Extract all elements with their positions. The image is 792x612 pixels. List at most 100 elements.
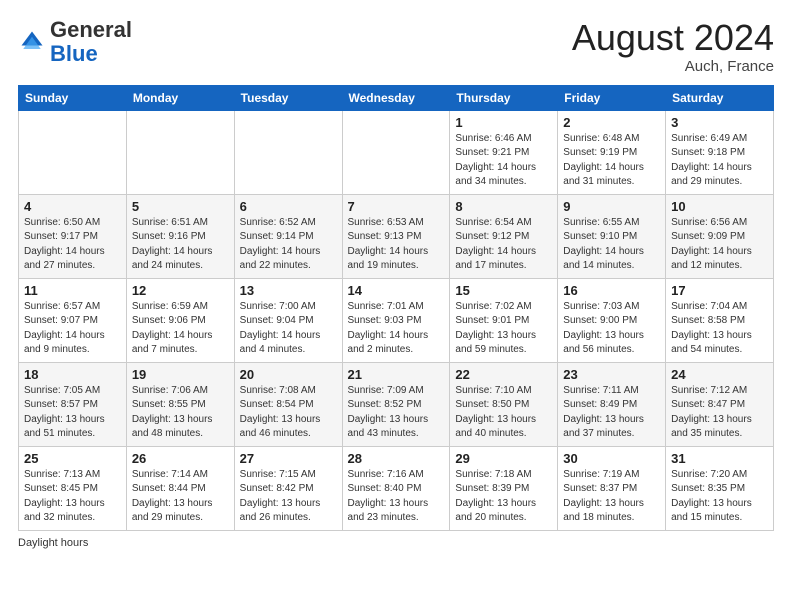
- day-cell: 19Sunrise: 7:06 AM Sunset: 8:55 PM Dayli…: [126, 362, 234, 446]
- day-cell: 22 Sunrise: 7:10 AM Sunset: 8:50 PM Dayli…: [450, 362, 558, 446]
- day-number: 22: [455, 367, 552, 382]
- day-info: Sunrise: 7:04 AM Sunset: 8:58 PM Dayligh…: [671, 300, 768, 358]
- day-cell: 25 Sunrise: 7:13 AM Sunset: 8:45 PM Dayli…: [19, 446, 127, 530]
- day-number: 1: [455, 115, 552, 130]
- day-number: 30: [563, 451, 660, 466]
- day-number: 31: [671, 451, 768, 466]
- day-cell: 20 Sunrise: 7:08 AM Sunset: 8:54 PM Dayli…: [234, 362, 342, 446]
- day-info: Sunrise: 6:54 AM Sunset: 9:12 PM Dayligh…: [455, 216, 552, 274]
- day-cell: 4Sunrise: 6:50 AM Sunset: 9:17 PM Daylig…: [19, 194, 127, 278]
- day-cell: 27 Sunrise: 7:15 AM Sunset: 8:42 PM Dayli…: [234, 446, 342, 530]
- day-info: Sunrise: 7:02 AM Sunset: 9:01 PM Dayligh…: [455, 300, 552, 358]
- logo-icon: [18, 28, 46, 56]
- day-number: 18: [24, 367, 121, 382]
- day-number: 27: [240, 451, 337, 466]
- week-row-1: 1 Sunrise: 6:46 AM Sunset: 9:21 PM Daylig…: [19, 110, 774, 194]
- day-info: Sunrise: 7:08 AM Sunset: 8:54 PM Dayligh…: [240, 384, 337, 442]
- day-number: 20: [240, 367, 337, 382]
- day-info: Sunrise: 7:11 AM Sunset: 8:49 PM Dayligh…: [563, 384, 660, 442]
- day-cell: 26 Sunrise: 7:14 AM Sunset: 8:44 PM Dayli…: [126, 446, 234, 530]
- day-cell: 2 Sunrise: 6:48 AM Sunset: 9:19 PM Daylig…: [558, 110, 666, 194]
- day-number: 29: [455, 451, 552, 466]
- day-info: Sunrise: 7:09 AM Sunset: 8:52 PM Dayligh…: [348, 384, 445, 442]
- day-cell: 6Sunrise: 6:52 AM Sunset: 9:14 PM Daylig…: [234, 194, 342, 278]
- day-info: Sunrise: 7:15 AM Sunset: 8:42 PM Dayligh…: [240, 468, 337, 526]
- day-number: 12: [132, 283, 229, 298]
- day-number: 24: [671, 367, 768, 382]
- day-cell: 23 Sunrise: 7:11 AM Sunset: 8:49 PM Dayli…: [558, 362, 666, 446]
- day-number: 25: [24, 451, 121, 466]
- month-year: August 2024: [572, 18, 774, 58]
- week-row-2: 4Sunrise: 6:50 AM Sunset: 9:17 PM Daylig…: [19, 194, 774, 278]
- week-row-5: 25 Sunrise: 7:13 AM Sunset: 8:45 PM Dayli…: [19, 446, 774, 530]
- day-number: 10: [671, 199, 768, 214]
- day-info: Sunrise: 7:16 AM Sunset: 8:40 PM Dayligh…: [348, 468, 445, 526]
- day-info: Sunrise: 6:49 AM Sunset: 9:18 PM Dayligh…: [671, 132, 768, 190]
- day-info: Sunrise: 7:20 AM Sunset: 8:35 PM Dayligh…: [671, 468, 768, 526]
- day-cell: 11 Sunrise: 6:57 AM Sunset: 9:07 PM Dayli…: [19, 278, 127, 362]
- day-number: 28: [348, 451, 445, 466]
- day-info: Sunrise: 6:55 AM Sunset: 9:10 PM Dayligh…: [563, 216, 660, 274]
- day-info: Sunrise: 7:00 AM Sunset: 9:04 PM Dayligh…: [240, 300, 337, 358]
- day-cell: 9 Sunrise: 6:55 AM Sunset: 9:10 PM Daylig…: [558, 194, 666, 278]
- day-cell: 17Sunrise: 7:04 AM Sunset: 8:58 PM Dayli…: [666, 278, 774, 362]
- day-number: 23: [563, 367, 660, 382]
- day-info: Sunrise: 6:53 AM Sunset: 9:13 PM Dayligh…: [348, 216, 445, 274]
- day-cell: 29 Sunrise: 7:18 AM Sunset: 8:39 PM Dayli…: [450, 446, 558, 530]
- day-number: 19: [132, 367, 229, 382]
- logo-general-text: General: [50, 17, 132, 42]
- day-info: Sunrise: 7:14 AM Sunset: 8:44 PM Dayligh…: [132, 468, 229, 526]
- day-info: Sunrise: 6:57 AM Sunset: 9:07 PM Dayligh…: [24, 300, 121, 358]
- weekday-sunday: Sunday: [19, 85, 127, 110]
- day-cell: [342, 110, 450, 194]
- day-number: 2: [563, 115, 660, 130]
- day-number: 13: [240, 283, 337, 298]
- day-cell: [19, 110, 127, 194]
- day-info: Sunrise: 6:52 AM Sunset: 9:14 PM Dayligh…: [240, 216, 337, 274]
- weekday-wednesday: Wednesday: [342, 85, 450, 110]
- day-cell: 5Sunrise: 6:51 AM Sunset: 9:16 PM Daylig…: [126, 194, 234, 278]
- day-number: 8: [455, 199, 552, 214]
- day-cell: 13 Sunrise: 7:00 AM Sunset: 9:04 PM Dayli…: [234, 278, 342, 362]
- day-number: 16: [563, 283, 660, 298]
- day-cell: 28 Sunrise: 7:16 AM Sunset: 8:40 PM Dayli…: [342, 446, 450, 530]
- weekday-thursday: Thursday: [450, 85, 558, 110]
- day-cell: 30 Sunrise: 7:19 AM Sunset: 8:37 PM Dayli…: [558, 446, 666, 530]
- day-info: Sunrise: 6:56 AM Sunset: 9:09 PM Dayligh…: [671, 216, 768, 274]
- day-cell: 8 Sunrise: 6:54 AM Sunset: 9:12 PM Daylig…: [450, 194, 558, 278]
- day-cell: 24Sunrise: 7:12 AM Sunset: 8:47 PM Dayli…: [666, 362, 774, 446]
- day-cell: 18 Sunrise: 7:05 AM Sunset: 8:57 PM Dayli…: [19, 362, 127, 446]
- calendar: SundayMondayTuesdayWednesdayThursdayFrid…: [18, 85, 774, 531]
- day-info: Sunrise: 6:46 AM Sunset: 9:21 PM Dayligh…: [455, 132, 552, 190]
- day-cell: 15Sunrise: 7:02 AM Sunset: 9:01 PM Dayli…: [450, 278, 558, 362]
- day-cell: 10 Sunrise: 6:56 AM Sunset: 9:09 PM Dayli…: [666, 194, 774, 278]
- day-info: Sunrise: 7:13 AM Sunset: 8:45 PM Dayligh…: [24, 468, 121, 526]
- weekday-monday: Monday: [126, 85, 234, 110]
- day-cell: [126, 110, 234, 194]
- day-info: Sunrise: 7:10 AM Sunset: 8:50 PM Dayligh…: [455, 384, 552, 442]
- week-row-3: 11 Sunrise: 6:57 AM Sunset: 9:07 PM Dayli…: [19, 278, 774, 362]
- day-number: 26: [132, 451, 229, 466]
- location: Auch, France: [572, 58, 774, 75]
- title-block: August 2024 Auch, France: [572, 18, 774, 75]
- day-info: Sunrise: 6:59 AM Sunset: 9:06 PM Dayligh…: [132, 300, 229, 358]
- day-info: Sunrise: 6:51 AM Sunset: 9:16 PM Dayligh…: [132, 216, 229, 274]
- day-number: 14: [348, 283, 445, 298]
- day-cell: 14 Sunrise: 7:01 AM Sunset: 9:03 PM Dayli…: [342, 278, 450, 362]
- day-info: Sunrise: 7:03 AM Sunset: 9:00 PM Dayligh…: [563, 300, 660, 358]
- day-info: Sunrise: 6:48 AM Sunset: 9:19 PM Dayligh…: [563, 132, 660, 190]
- day-info: Sunrise: 7:01 AM Sunset: 9:03 PM Dayligh…: [348, 300, 445, 358]
- logo: General Blue: [18, 18, 132, 66]
- day-number: 9: [563, 199, 660, 214]
- daylight-label: Daylight hours: [18, 537, 88, 549]
- day-info: Sunrise: 7:18 AM Sunset: 8:39 PM Dayligh…: [455, 468, 552, 526]
- weekday-friday: Friday: [558, 85, 666, 110]
- day-cell: [234, 110, 342, 194]
- day-number: 11: [24, 283, 121, 298]
- day-info: Sunrise: 7:05 AM Sunset: 8:57 PM Dayligh…: [24, 384, 121, 442]
- day-info: Sunrise: 7:19 AM Sunset: 8:37 PM Dayligh…: [563, 468, 660, 526]
- day-cell: 7Sunrise: 6:53 AM Sunset: 9:13 PM Daylig…: [342, 194, 450, 278]
- week-row-4: 18 Sunrise: 7:05 AM Sunset: 8:57 PM Dayli…: [19, 362, 774, 446]
- day-cell: 21Sunrise: 7:09 AM Sunset: 8:52 PM Dayli…: [342, 362, 450, 446]
- weekday-tuesday: Tuesday: [234, 85, 342, 110]
